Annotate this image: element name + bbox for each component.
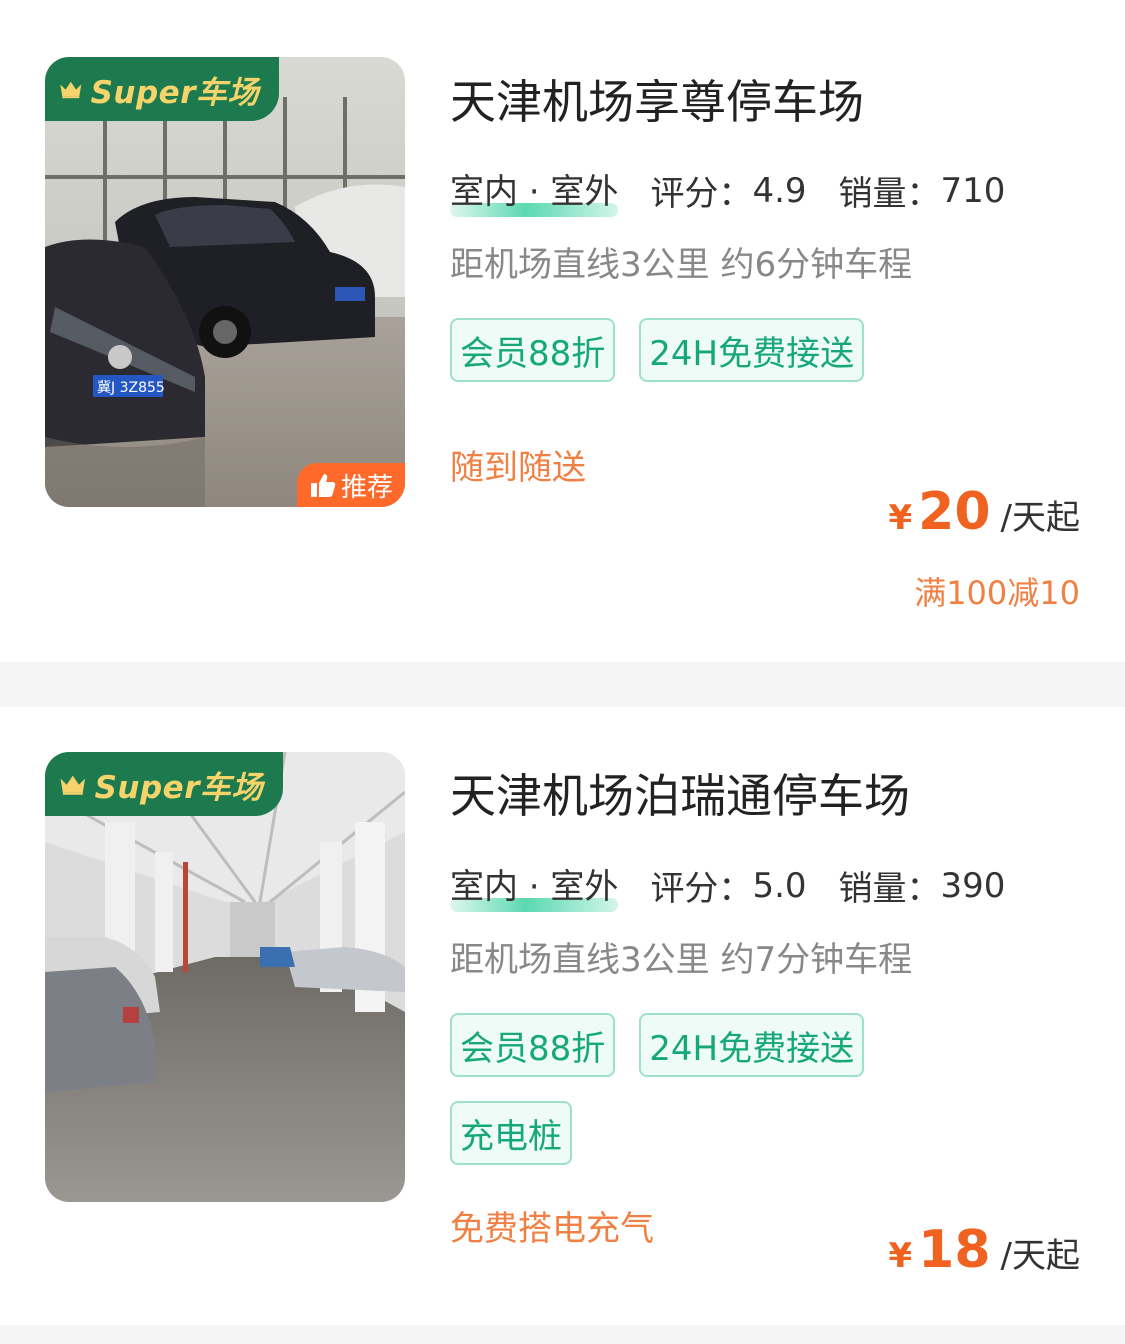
- sales-value: 390: [940, 865, 1006, 906]
- sales-label: 销量：: [838, 174, 941, 214]
- environment-text: 室内 · 室外: [450, 172, 619, 212]
- super-badge-label: Super车场: [90, 74, 259, 111]
- environment-label: 室内 · 室外: [450, 859, 619, 912]
- price-amount: 18: [918, 1220, 991, 1280]
- price-display: ¥ 20 /天起: [888, 482, 1080, 542]
- recommend-label: 推荐: [340, 472, 393, 503]
- feature-tag: 会员88折: [450, 318, 616, 382]
- parking-lot-name[interactable]: 天津机场泊瑞通停车场: [450, 760, 910, 826]
- parking-lot-photo[interactable]: 冀J 3Z855 Super车场 推荐: [45, 57, 405, 507]
- parking-lot-name[interactable]: 天津机场享尊停车场: [450, 66, 864, 132]
- feature-tags: 会员88折 24H免费接送: [450, 318, 890, 382]
- environment-text: 室内 · 室外: [450, 867, 619, 907]
- crown-icon: [60, 775, 86, 795]
- feature-tags: 会员88折 24H免费接送 充电桩: [450, 1013, 890, 1165]
- super-parking-badge: Super车场: [45, 57, 279, 121]
- environment-label: 室内 · 室外: [450, 164, 619, 217]
- price-unit: /天起: [1000, 498, 1080, 538]
- distance-info: 距机场直线3公里 约6分钟车程: [450, 245, 913, 285]
- price-display: ¥ 18 /天起: [888, 1220, 1080, 1280]
- feature-tag: 充电桩: [450, 1101, 572, 1165]
- super-badge-label: Super车场: [94, 769, 263, 806]
- rating-value: 5.0: [752, 865, 807, 906]
- parking-listing-card[interactable]: 冀J 3Z855 Super车场 推荐 天津机场享尊停车场 室内 · 室外 评分…: [0, 0, 1125, 662]
- service-perk: 免费搭电充气: [450, 1209, 654, 1249]
- currency-symbol: ¥: [888, 1236, 913, 1276]
- currency-symbol: ¥: [888, 498, 913, 538]
- svg-text:冀J 3Z855: 冀J 3Z855: [97, 380, 165, 396]
- distance-info: 距机场直线3公里 约7分钟车程: [450, 940, 913, 980]
- service-perk: 随到随送: [450, 448, 586, 488]
- parking-photo-image: 冀J 3Z855: [45, 57, 405, 507]
- parking-meta-row: 室内 · 室外 评分： 5.0 销量： 390: [450, 859, 1005, 912]
- feature-tag: 会员88折: [450, 1013, 616, 1077]
- parking-listing-card[interactable]: Super车场 天津机场泊瑞通停车场 室内 · 室外 评分： 5.0 销量： 3…: [0, 707, 1125, 1325]
- price-amount: 20: [918, 482, 991, 542]
- feature-tag: 24H免费接送: [639, 318, 865, 382]
- sales-value: 710: [940, 170, 1006, 211]
- price-unit: /天起: [1000, 1236, 1080, 1276]
- parking-lot-photo[interactable]: Super车场: [45, 752, 405, 1202]
- rating-value: 4.9: [752, 170, 807, 211]
- parking-photo-image: [45, 752, 405, 1202]
- discount-label: 满100减10: [914, 574, 1080, 612]
- rating-label: 评分：: [650, 869, 753, 909]
- recommend-badge: 推荐: [297, 463, 405, 507]
- parking-meta-row: 室内 · 室外 评分： 4.9 销量： 710: [450, 164, 1005, 217]
- super-parking-badge: Super车场: [45, 752, 283, 816]
- rating-label: 评分：: [650, 174, 753, 214]
- feature-tag: 24H免费接送: [639, 1013, 865, 1077]
- thumbs-up-icon: [310, 474, 336, 497]
- sales-label: 销量：: [838, 869, 941, 909]
- crown-icon: [60, 81, 82, 99]
